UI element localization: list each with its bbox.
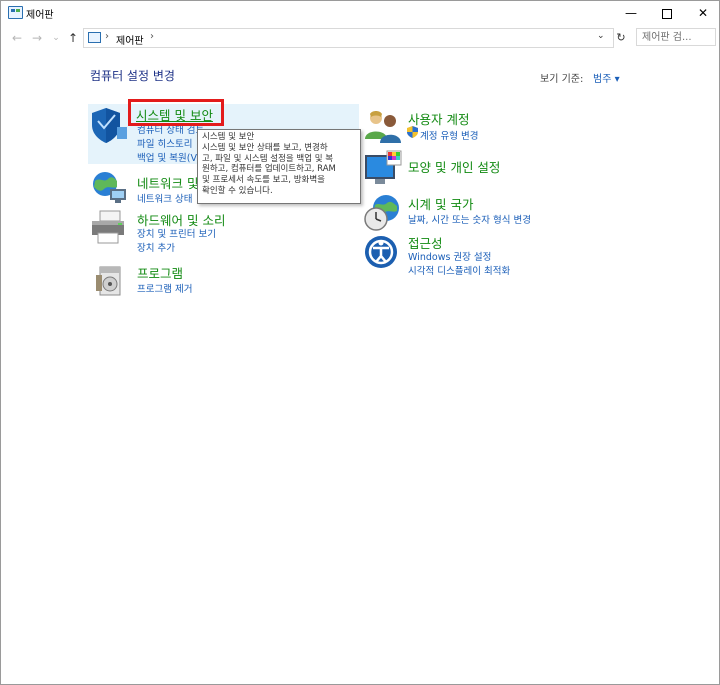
address-bar[interactable]: › 제어판 › ⌄	[83, 28, 614, 48]
user-accounts-icon	[365, 111, 401, 143]
link-add-device[interactable]: 장치 추가	[137, 240, 175, 254]
tooltip-line: 확인할 수 있습니다.	[202, 185, 273, 196]
printer-icon	[92, 210, 124, 244]
tooltip-line: 고, 파일 및 시스템 설정을 백업 및 복	[202, 153, 334, 164]
title-bar: 제어판 — ✕	[1, 1, 719, 25]
view-by-dropdown[interactable]: 범주 ▾	[593, 70, 620, 85]
control-panel-icon	[88, 32, 101, 43]
link-change-account-type[interactable]: 계정 유형 변경	[420, 128, 478, 142]
tooltip-title: 시스템 및 보안	[202, 132, 255, 142]
link-change-date-time-format[interactable]: 날짜, 시간 또는 숫자 형식 변경	[408, 212, 531, 226]
view-by-label: 보기 기준:	[540, 74, 584, 85]
window-title: 제어판	[26, 10, 54, 21]
link-network-status[interactable]: 네트워크 상태	[137, 191, 192, 205]
programs-icon	[96, 266, 121, 296]
appearance-monitor-icon	[365, 150, 402, 184]
navigation-bar: ← → ⌄ ↑ › 제어판 › ⌄ ↻ 제어판 검...	[1, 27, 719, 49]
shield-icon	[92, 108, 127, 143]
maximize-button[interactable]	[649, 1, 685, 25]
search-input[interactable]: 제어판 검...	[636, 28, 716, 46]
link-windows-recommended-settings[interactable]: Windows 권장 설정	[408, 249, 491, 263]
control-panel-window: 제어판 — ✕ ← → ⌄ ↑ › 제어판 › ⌄ ↻ 제어판 검... 컴퓨터…	[0, 0, 720, 685]
tooltip-line: 및 프로세서 속도를 보고, 방화벽을	[202, 175, 325, 186]
tooltip-line: 시스템 및 보안 상태를 보고, 변경하	[202, 142, 328, 153]
breadcrumb-separator[interactable]: ›	[105, 31, 109, 42]
page-title: 컴퓨터 설정 변경	[90, 69, 175, 83]
breadcrumb-control-panel[interactable]: 제어판	[116, 32, 144, 47]
up-button[interactable]: ↑	[65, 30, 81, 46]
close-button[interactable]: ✕	[685, 1, 719, 25]
network-globe-icon	[93, 172, 126, 203]
category-appearance-title[interactable]: 모양 및 개인 설정	[408, 157, 500, 176]
tooltip: 시스템 및 보안 시스템 및 보안 상태를 보고, 변경하 고, 파일 및 시스…	[197, 129, 361, 204]
uac-shield-icon	[407, 126, 418, 138]
link-optimize-visual-display[interactable]: 시각적 디스플레이 최적화	[408, 263, 510, 277]
back-button[interactable]: ←	[9, 30, 25, 46]
refresh-button[interactable]: ↻	[613, 29, 629, 47]
recent-locations-button[interactable]: ⌄	[48, 30, 64, 46]
address-dropdown-icon[interactable]: ⌄	[597, 31, 605, 41]
clock-globe-icon	[364, 195, 399, 231]
link-view-devices-printers[interactable]: 장치 및 프린터 보기	[137, 226, 216, 240]
accessibility-icon	[365, 236, 397, 268]
annotation-red-box	[128, 99, 224, 126]
link-file-history[interactable]: 파일 히스토리	[137, 136, 192, 150]
category-network-title[interactable]: 네트워크 및	[137, 173, 198, 192]
forward-button[interactable]: →	[29, 30, 45, 46]
category-programs-title[interactable]: 프로그램	[137, 263, 183, 282]
tooltip-line: 원하고, 컴퓨터를 업데이트하고, RAM	[202, 164, 336, 175]
maximize-icon	[662, 8, 672, 19]
category-clock-region-title[interactable]: 시계 및 국가	[408, 194, 473, 213]
link-backup-restore[interactable]: 백업 및 복원(V	[137, 150, 197, 164]
minimize-button[interactable]: —	[613, 1, 649, 25]
breadcrumb-separator[interactable]: ›	[150, 31, 154, 42]
link-uninstall-program[interactable]: 프로그램 제거	[137, 281, 192, 295]
control-panel-icon	[8, 6, 23, 19]
